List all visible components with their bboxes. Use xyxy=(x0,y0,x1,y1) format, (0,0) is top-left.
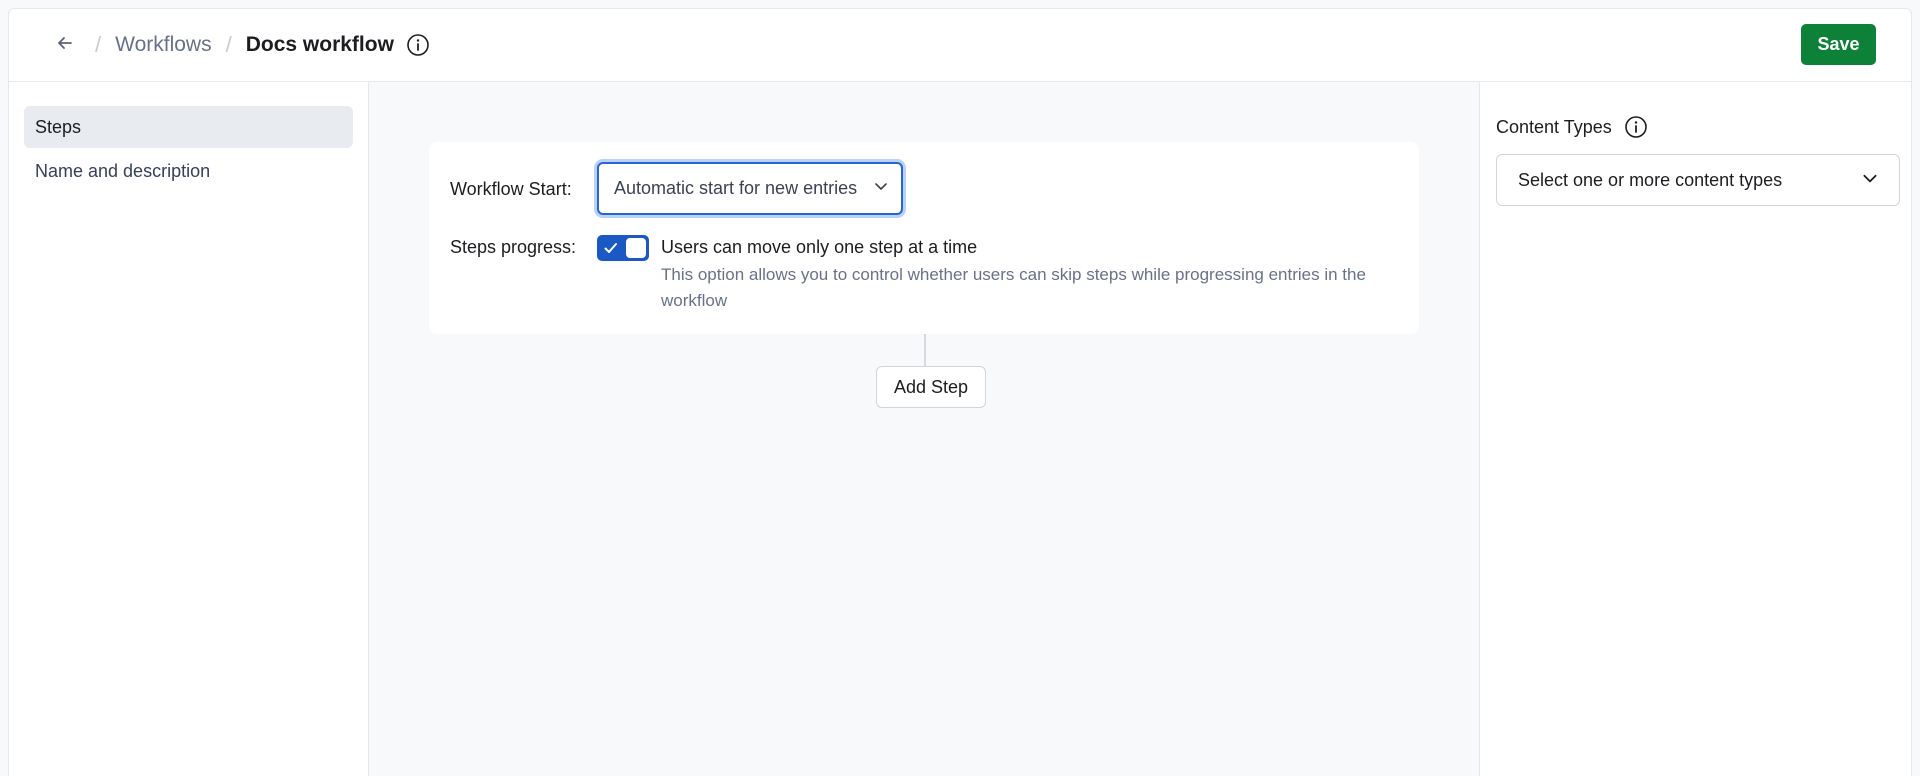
back-button[interactable] xyxy=(49,29,81,61)
sidebar-item-steps[interactable]: Steps xyxy=(24,106,353,148)
page-title: Docs workflow xyxy=(245,33,394,56)
breadcrumb-workflows-link[interactable]: Workflows xyxy=(115,33,211,57)
chevron-down-icon xyxy=(873,178,889,199)
content-types-select[interactable]: Select one or more content types xyxy=(1496,154,1900,206)
workflow-start-label: Workflow Start: xyxy=(450,179,572,199)
step-connector-line xyxy=(924,334,926,366)
steps-progress-description: This option allows you to control whethe… xyxy=(661,265,1366,310)
save-button[interactable]: Save xyxy=(1801,24,1876,65)
content-types-heading: Content Types xyxy=(1496,115,1648,139)
steps-progress-option: Users can move only one step at a time xyxy=(661,237,978,257)
content-types-panel: Content Types Select one or more content… xyxy=(1479,82,1911,776)
chevron-down-icon xyxy=(1861,169,1879,192)
info-icon[interactable] xyxy=(406,33,430,57)
top-bar: / Workflows / Docs workflow Save xyxy=(9,9,1911,82)
info-icon[interactable] xyxy=(1624,115,1648,139)
add-step-button[interactable]: Add Step xyxy=(876,366,986,408)
workflow-start-value: Automatic start for new entries xyxy=(614,178,858,198)
check-icon xyxy=(603,240,619,261)
toggle-knob xyxy=(626,238,646,258)
content-types-placeholder: Select one or more content types xyxy=(1518,169,1783,190)
sidebar: Steps Name and description xyxy=(9,82,369,776)
breadcrumb-separator: / xyxy=(225,32,232,57)
app-window: / Workflows / Docs workflow Save Steps N… xyxy=(8,8,1912,776)
sidebar-item-name-and-description[interactable]: Name and description xyxy=(24,150,353,192)
steps-progress-label: Steps progress: xyxy=(450,237,577,257)
content-types-label: Content Types xyxy=(1496,116,1612,137)
workflow-canvas: Workflow Start: Automatic start for new … xyxy=(369,82,1479,776)
breadcrumb: / Workflows / Docs workflow xyxy=(81,32,430,58)
steps-progress-toggle[interactable] xyxy=(597,235,649,261)
breadcrumb-separator: / xyxy=(95,32,102,57)
workflow-start-select[interactable]: Automatic start for new entries xyxy=(597,162,903,215)
workflow-start-card: Workflow Start: Automatic start for new … xyxy=(429,142,1419,334)
arrow-left-icon xyxy=(55,33,75,58)
